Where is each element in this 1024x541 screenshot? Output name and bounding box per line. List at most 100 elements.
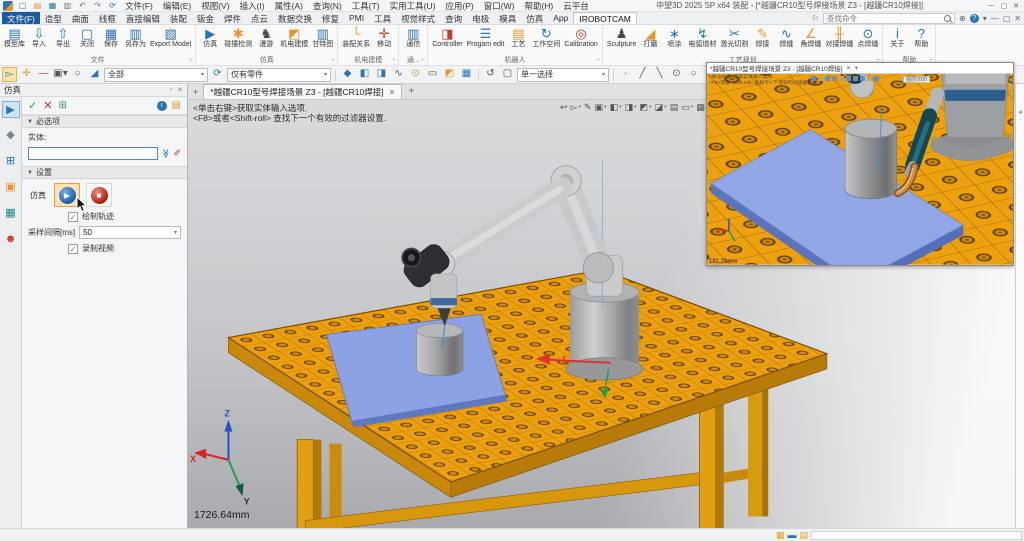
ribbon-item-walkthrough[interactable]: ♞漫游: [254, 26, 278, 49]
clip-icon[interactable]: ▢: [500, 67, 515, 82]
ribbon-item-help[interactable]: ?帮助: [909, 26, 933, 49]
background-view-icon[interactable]: ▭▾: [681, 102, 693, 113]
expand-panel-arrow-icon[interactable]: ◂: [1016, 108, 1024, 116]
reload-filter-icon[interactable]: ⟳: [210, 67, 225, 82]
ribbon-restore-icon[interactable]: ▢: [1003, 14, 1011, 23]
ribbon-tab-file[interactable]: 文件(F): [2, 12, 40, 24]
menu-tools[interactable]: 工具(T): [349, 0, 383, 12]
save-icon[interactable]: ▦: [47, 1, 58, 11]
ribbon-item-move[interactable]: ✛移动: [372, 26, 396, 49]
user-tab-icon[interactable]: ☻: [2, 231, 20, 248]
ribbon-item-import[interactable]: ⇩导入: [27, 26, 51, 49]
tab-close-icon[interactable]: ✕: [389, 88, 396, 97]
ribbon-tab-pmi[interactable]: PMI: [344, 12, 369, 24]
pick-face-icon[interactable]: ◧: [357, 67, 372, 82]
menu-inquire[interactable]: 查询(N): [310, 0, 345, 12]
ribbon-item-model-library[interactable]: ▤模型库: [2, 26, 27, 49]
workpiece-cylinder[interactable]: [416, 323, 462, 376]
ribbon-item-laser-cutting[interactable]: ✂激光切割: [718, 26, 750, 49]
ribbon-item-simulate[interactable]: ▶仿真: [198, 26, 222, 49]
menu-view[interactable]: 视图(V): [198, 0, 232, 12]
filter-icon[interactable]: ◢: [87, 67, 102, 82]
ribbon-tab-weldment[interactable]: 焊件: [219, 12, 246, 24]
panel-close-icon[interactable]: ✕: [177, 86, 183, 94]
ribbon-item-save[interactable]: ▦保存: [99, 26, 123, 49]
menu-edit[interactable]: 编辑(E): [160, 0, 194, 12]
ribbon-tab-simulation[interactable]: 仿真: [521, 12, 548, 24]
menu-window[interactable]: 窗口(W): [481, 0, 518, 12]
sample-interval-dropdown[interactable]: 50▾: [79, 226, 181, 239]
ribbon-tab-repair[interactable]: 修复: [317, 12, 344, 24]
selection-mode-dropdown[interactable]: 单一选择▾: [517, 68, 609, 82]
ribbon-item-spraying[interactable]: ∗喷涂: [662, 26, 686, 49]
help-icon[interactable]: ?: [970, 14, 979, 23]
ribbon-tab-app[interactable]: App: [548, 12, 573, 24]
status-monitor-icon[interactable]: ▬: [788, 530, 797, 541]
menu-help[interactable]: 帮助(H): [521, 0, 556, 12]
filter-scope-dropdown[interactable]: 全部▾: [104, 68, 208, 82]
entity-input[interactable]: [28, 147, 158, 160]
menu-utilities[interactable]: 实用工具(U): [387, 0, 439, 12]
ribbon-item-grinding[interactable]: ◢打磨: [638, 26, 662, 49]
apply-button[interactable]: ⊞: [58, 100, 66, 111]
command-search-input[interactable]: [827, 14, 941, 23]
section-view-icon[interactable]: ◩▾: [640, 102, 652, 113]
window-tab-icon[interactable]: ▣: [2, 179, 20, 196]
cancel-button[interactable]: ✕: [43, 99, 52, 112]
ribbon-item-calibration[interactable]: ◎Calibration: [562, 26, 599, 49]
ribbon-item-weld-seam[interactable]: ∿焊缝: [774, 26, 798, 49]
ribbon-tab-data-exchange[interactable]: 数据交换: [273, 12, 317, 24]
ribbon-tab-irobotcam[interactable]: IROBOTCAM: [573, 12, 636, 24]
grid-view-icon[interactable]: ▤: [670, 102, 679, 113]
lasso-icon[interactable]: ○: [70, 67, 85, 82]
line-tool-icon[interactable]: ╱: [635, 67, 650, 82]
simulation-tab-icon[interactable]: ▶: [2, 101, 20, 118]
ribbon-item-spot-weld[interactable]: ⊙点焊缝: [855, 26, 880, 49]
ribbon-tab-tools[interactable]: 工具: [369, 12, 396, 24]
ribbon-item-welding[interactable]: ✎焊接: [750, 26, 774, 49]
pick-edge-icon[interactable]: ◨: [374, 67, 389, 82]
picture-filter-icon[interactable]: ▣▾: [53, 67, 68, 82]
add-selection-icon[interactable]: ✛: [19, 67, 34, 82]
pick-datum-icon[interactable]: ▭: [425, 67, 440, 82]
zoom-view-icon[interactable]: ◪▾: [655, 102, 667, 113]
refresh-icon[interactable]: ⟳: [107, 1, 118, 11]
ribbon-close-icon[interactable]: ✕: [1014, 14, 1021, 23]
remove-selection-icon[interactable]: —: [36, 67, 51, 82]
group-expand-icon[interactable]: ⌐: [596, 56, 600, 65]
required-section-header[interactable]: ▼ 必选项: [22, 115, 187, 128]
orientation-view-icon[interactable]: ◨▾: [625, 102, 637, 113]
annotate-view-icon[interactable]: ✎: [584, 102, 592, 113]
mechanism-tab-icon[interactable]: ◆: [2, 127, 20, 144]
restore-button[interactable]: ▢: [1000, 2, 1007, 10]
menu-file[interactable]: 文件(F): [122, 0, 156, 12]
exit-view-icon[interactable]: ↩: [560, 102, 568, 113]
shaded-view-icon[interactable]: ▣▾: [595, 102, 607, 113]
info-icon[interactable]: i: [157, 101, 167, 111]
ribbon-tab-inquire[interactable]: 查询: [440, 12, 467, 24]
ribbon-tab-shape[interactable]: 造型: [40, 12, 67, 24]
ribbon-tab-mold[interactable]: 模具: [494, 12, 521, 24]
ribbon-item-mechatronics[interactable]: ◩机电建模: [278, 26, 310, 49]
settings-section-header[interactable]: ▼ 设置: [22, 166, 187, 179]
ribbon-tab-point-cloud[interactable]: 点云: [246, 12, 273, 24]
pin-icon[interactable]: ⚐: [812, 14, 819, 23]
ribbon-item-workspace[interactable]: ↻工作空间: [530, 26, 562, 49]
menu-insert[interactable]: 插入(I): [237, 0, 268, 12]
group-expand-icon[interactable]: ⌐: [190, 56, 194, 65]
pick-solid-icon[interactable]: ◆: [340, 67, 355, 82]
ribbon-item-export-model[interactable]: ▧Export Model: [148, 26, 193, 49]
record-video-checkbox[interactable]: ✓: [68, 244, 78, 254]
ribbon-item-about[interactable]: i关于: [885, 26, 909, 49]
history-icon[interactable]: ↺: [483, 67, 498, 82]
polyline-tool-icon[interactable]: ╲: [652, 67, 667, 82]
ribbon-item-controller[interactable]: ◨Controller: [430, 26, 464, 49]
circle-tool-icon[interactable]: ⊙: [669, 67, 684, 82]
ribbon-item-close[interactable]: ▢关闭: [75, 26, 99, 49]
redo-icon[interactable]: ↷: [92, 1, 103, 11]
panel-float-icon[interactable]: ▫: [170, 86, 172, 94]
ribbon-tab-visualize[interactable]: 视觉样式: [396, 12, 440, 24]
ribbon-item-program-edit[interactable]: ☰Progam edit: [465, 26, 507, 49]
ribbon-item-communication[interactable]: ▥通信: [401, 26, 425, 49]
ribbon-item-butt-weld[interactable]: ╫对接焊缝: [823, 26, 855, 49]
